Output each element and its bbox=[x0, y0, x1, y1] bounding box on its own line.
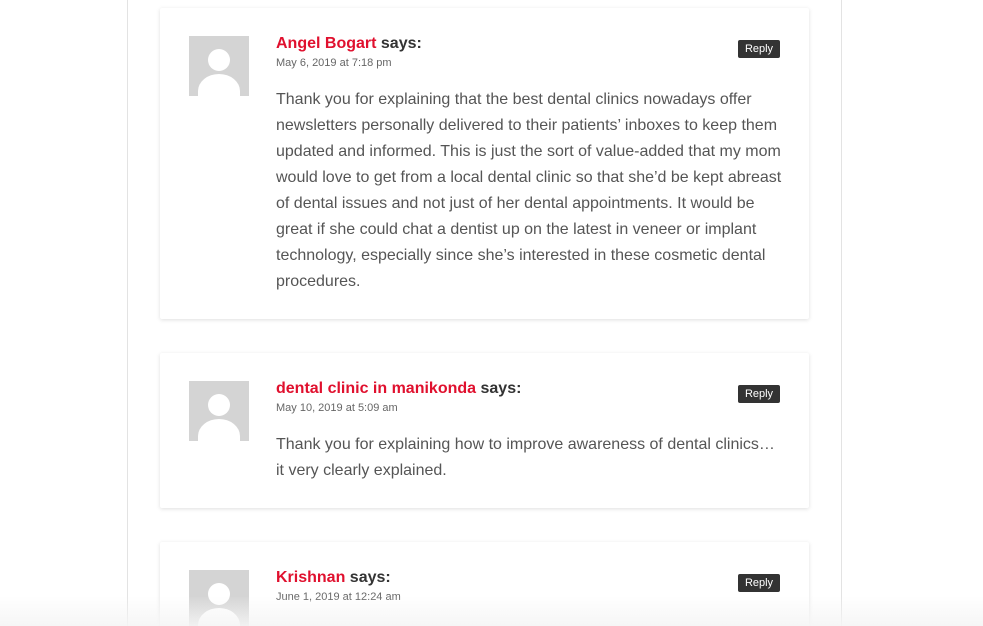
comment-date-link[interactable]: May 6, 2019 at 7:18 pm bbox=[276, 56, 392, 70]
comment-author-link[interactable]: Krishnan bbox=[276, 569, 345, 586]
says-label: says: bbox=[480, 380, 522, 397]
says-label: says: bbox=[349, 569, 391, 586]
says-label: says: bbox=[380, 35, 422, 52]
comment-author-line: dental clinic in manikonda says: bbox=[276, 379, 521, 399]
comment-item: Angel Bogart says: May 6, 2019 at 7:18 p… bbox=[160, 8, 809, 319]
avatar-icon bbox=[189, 381, 249, 441]
comment-body: Thank you for explaining how to improve … bbox=[276, 436, 775, 479]
comments-page: Angel Bogart says: May 6, 2019 at 7:18 p… bbox=[0, 0, 983, 626]
comment-date-link[interactable]: June 1, 2019 at 12:24 am bbox=[276, 590, 401, 604]
comment-item: dental clinic in manikonda says: May 10,… bbox=[160, 353, 809, 508]
avatar-icon bbox=[189, 36, 249, 96]
comment-body: Thank you for explaining that the best d… bbox=[276, 91, 782, 290]
comment-author-line: Angel Bogart says: bbox=[276, 34, 422, 54]
comment-date-link[interactable]: May 10, 2019 at 5:09 am bbox=[276, 401, 398, 415]
comment-author-link[interactable]: dental clinic in manikonda bbox=[276, 380, 476, 397]
reply-button[interactable]: Reply bbox=[738, 385, 780, 403]
comment-author-link[interactable]: Angel Bogart bbox=[276, 35, 376, 52]
avatar-icon bbox=[189, 570, 249, 626]
comment-item: Krishnan says: June 1, 2019 at 12:24 am … bbox=[160, 542, 809, 626]
reply-button[interactable]: Reply bbox=[738, 40, 780, 58]
comment-author-line: Krishnan says: bbox=[276, 568, 391, 588]
reply-button[interactable]: Reply bbox=[738, 574, 780, 592]
